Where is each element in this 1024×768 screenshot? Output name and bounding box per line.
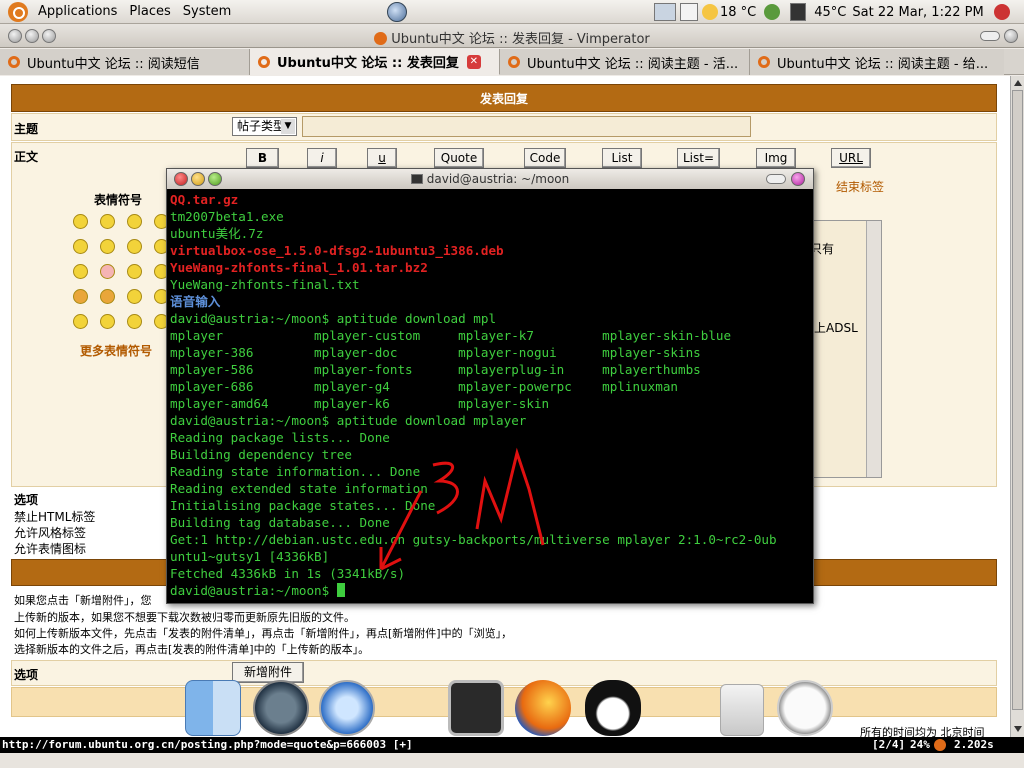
attach-help-4: 选择新版本的文件之后，再点击[发表的附件清单]中的「上传新的版本」。	[14, 643, 370, 656]
smile-icon[interactable]	[73, 214, 88, 229]
firefox-dock-icon[interactable]	[515, 680, 571, 736]
question-icon[interactable]	[100, 314, 115, 329]
idea-icon[interactable]	[127, 314, 142, 329]
url-button[interactable]: URL	[831, 148, 871, 168]
list-button[interactable]: List	[602, 148, 642, 168]
more-smilies-link[interactable]: 更多表情符号	[80, 342, 152, 359]
options-title: 选项	[14, 493, 39, 507]
attach-help-1: 如果您点击「新增附件」，您	[14, 594, 152, 607]
window-title: Ubuntu中文 论坛 :: 发表回复 - Vimperator	[391, 32, 650, 47]
scroll-up-icon[interactable]	[1014, 80, 1022, 86]
code-button[interactable]: Code	[524, 148, 566, 168]
topic-type-select[interactable]: 帖子类型 ▼	[232, 117, 297, 136]
clock-dock-icon[interactable]	[777, 680, 833, 736]
attach-help-3: 如何上传新版本文件，先点击「发表的附件清单」，再点击「新增附件」，再点[新增附件…	[14, 627, 513, 640]
img-button[interactable]: Img	[756, 148, 796, 168]
window-menu-icon[interactable]	[1004, 29, 1018, 43]
tab-read-topic-2[interactable]: Ubuntu中文 论坛 :: 阅读主题 - 给...	[750, 49, 1004, 75]
top-panel: Applications Places System 18 °C 45°C Sa…	[0, 0, 1024, 24]
body-label: 正文	[14, 150, 39, 164]
razz-icon[interactable]	[100, 264, 115, 279]
smilies-grid	[73, 214, 169, 329]
network-monitor-icon[interactable]	[790, 3, 807, 21]
scroll-down-icon[interactable]	[1014, 726, 1022, 732]
time-machine-icon[interactable]	[253, 680, 309, 736]
status-tab-position: [2/4]	[872, 738, 906, 751]
timezone-note: 所有的时间均为 北京时间	[860, 726, 985, 737]
post-reply-header: 发表回复	[11, 84, 997, 112]
user-switcher-icon[interactable]	[764, 4, 781, 20]
page-scrollbar[interactable]	[1010, 76, 1024, 737]
close-tab-icon[interactable]: ✕	[466, 54, 481, 69]
cpu-temperature: 45°C	[814, 4, 847, 20]
confused-icon[interactable]	[100, 239, 115, 254]
embarrassed-icon[interactable]	[127, 264, 142, 279]
ubuntu-favicon-icon	[758, 56, 770, 68]
firefox-icon	[374, 32, 388, 45]
finder-icon[interactable]	[185, 680, 241, 736]
security-icon	[934, 739, 946, 751]
terminal-dock-icon[interactable]	[448, 680, 504, 736]
window-shade-icon[interactable]	[980, 31, 1000, 41]
option-disable-html[interactable]: 禁止HTML标签	[14, 508, 95, 525]
network-globe-icon[interactable]	[387, 2, 407, 22]
chevron-down-icon: ▼	[281, 119, 295, 134]
close-tags-link[interactable]: 结束标签	[836, 178, 884, 195]
status-load-time: 2.202s	[954, 738, 994, 751]
qq-penguin-icon[interactable]	[585, 680, 641, 736]
status-url: http://forum.ubuntu.org.cn/posting.php?m…	[2, 738, 413, 751]
grin-icon[interactable]	[100, 214, 115, 229]
notes-applet-icon[interactable]	[680, 3, 698, 21]
terminal-window[interactable]: david@austria: ~/moon QQ.tar.gz tm2007bet…	[166, 168, 814, 604]
tab-read-topic-1[interactable]: Ubuntu中文 论坛 :: 阅读主题 - 活...	[500, 49, 750, 75]
tab-read-pm[interactable]: Ubuntu中文 论坛 :: 阅读短信	[0, 49, 250, 75]
weather-temperature: 18 °C	[720, 4, 757, 20]
textarea-scrollbar[interactable]	[866, 221, 881, 477]
textarea-text-2: 上ADSL	[814, 321, 858, 335]
status-zoom: 24%	[910, 738, 930, 751]
ubuntu-favicon-icon	[258, 55, 270, 68]
safari-compass-icon[interactable]	[319, 680, 375, 736]
subject-label: 主题	[14, 122, 39, 136]
tab-bar: Ubuntu中文 论坛 :: 阅读短信 Ubuntu中文 论坛 :: 发表回复 ✕…	[0, 49, 1024, 75]
bottom-panel	[0, 753, 1024, 768]
clock[interactable]: Sat 22 Mar, 1:22 PM	[852, 5, 983, 20]
tab-post-reply[interactable]: Ubuntu中文 论坛 :: 发表回复 ✕	[250, 49, 500, 75]
monitor-applet-icon[interactable]	[654, 3, 676, 21]
places-menu[interactable]: Places	[123, 1, 176, 23]
ordered-list-button[interactable]: List=	[677, 148, 720, 168]
ubuntu-favicon-icon	[8, 56, 20, 68]
evil-icon[interactable]	[73, 289, 88, 304]
window-titlebar: Ubuntu中文 论坛 :: 发表回复 - Vimperator	[0, 24, 1024, 48]
option-smilies[interactable]: 允许表情图标	[14, 540, 86, 557]
weather-sun-icon[interactable]	[702, 4, 718, 20]
ubuntu-logo-icon[interactable]	[8, 1, 28, 22]
quote-button[interactable]: Quote	[434, 148, 484, 168]
system-menu[interactable]: System	[177, 1, 237, 23]
vimperator-statusline: http://forum.ubuntu.org.cn/posting.php?m…	[0, 737, 1024, 753]
power-icon[interactable]	[993, 4, 1010, 20]
attach-help-2: 上传新的版本，如果您不想要下载次数被归零而更新原先旧版的文件。	[14, 611, 355, 624]
mad-icon[interactable]	[73, 264, 88, 279]
subject-input[interactable]	[302, 116, 751, 137]
shocked-icon[interactable]	[73, 239, 88, 254]
exclaim-icon[interactable]	[73, 314, 88, 329]
italic-button[interactable]: i	[307, 148, 337, 168]
twisted-icon[interactable]	[100, 289, 115, 304]
dock	[185, 680, 850, 738]
applications-menu[interactable]: Applications	[32, 1, 123, 23]
ubuntu-favicon-icon	[508, 56, 520, 68]
cool-icon[interactable]	[127, 239, 142, 254]
rolleyes-icon[interactable]	[127, 289, 142, 304]
handwriting-annotation	[379, 447, 545, 571]
trash-icon[interactable]	[720, 684, 764, 736]
sad-icon[interactable]	[127, 214, 142, 229]
bold-button[interactable]: B	[246, 148, 279, 168]
scroll-thumb[interactable]	[1012, 90, 1023, 710]
underline-button[interactable]: u	[367, 148, 397, 168]
option-bbcode[interactable]: 允许风格标签	[14, 524, 86, 541]
options-label-2: 选项	[14, 668, 39, 682]
smilies-title: 表情符号	[94, 193, 143, 207]
